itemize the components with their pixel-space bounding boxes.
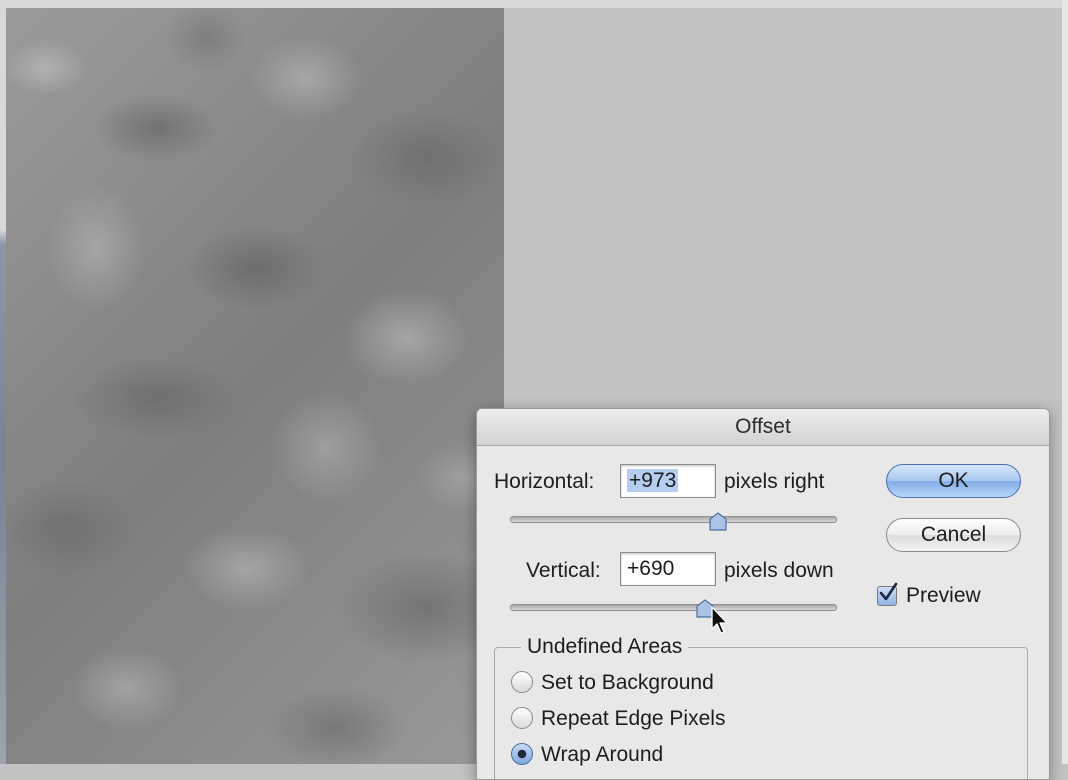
vertical-unit-label: pixels down	[724, 559, 834, 582]
document-canvas[interactable]	[6, 8, 504, 764]
radio-wrap-around[interactable]	[511, 743, 533, 765]
horizontal-slider-track[interactable]	[510, 516, 837, 523]
horizontal-label: Horizontal:	[494, 470, 595, 493]
vertical-label: Vertical:	[526, 559, 601, 582]
wrap-around-label: Wrap Around	[541, 743, 664, 766]
workspace-right-edge	[1062, 0, 1068, 764]
vertical-slider-track[interactable]	[510, 604, 837, 611]
set-to-background-label: Set to Background	[541, 671, 714, 694]
workspace-top-edge	[0, 0, 1068, 8]
radio-set-to-background[interactable]	[511, 671, 533, 693]
horizontal-value: +973	[627, 469, 679, 492]
horizontal-slider-thumb[interactable]	[708, 512, 728, 532]
undefined-areas-legend: Undefined Areas	[521, 635, 689, 659]
radio-repeat-edge-pixels[interactable]	[511, 707, 533, 729]
dialog-title: Offset	[477, 409, 1049, 446]
horizontal-unit-label: pixels right	[724, 470, 825, 493]
cancel-button[interactable]: Cancel	[886, 518, 1021, 552]
ok-button[interactable]: OK	[886, 464, 1021, 498]
check-icon	[879, 582, 898, 601]
vertical-value: +690	[627, 557, 675, 580]
offset-dialog: Offset Horizontal: +973 pixels right Ver…	[476, 408, 1050, 780]
vertical-input[interactable]: +690	[620, 552, 716, 586]
repeat-edge-pixels-label: Repeat Edge Pixels	[541, 707, 726, 730]
preview-label: Preview	[906, 584, 981, 607]
horizontal-input[interactable]: +973	[620, 464, 716, 498]
preview-checkbox[interactable]	[877, 582, 898, 606]
pointer-cursor-icon	[711, 606, 728, 634]
